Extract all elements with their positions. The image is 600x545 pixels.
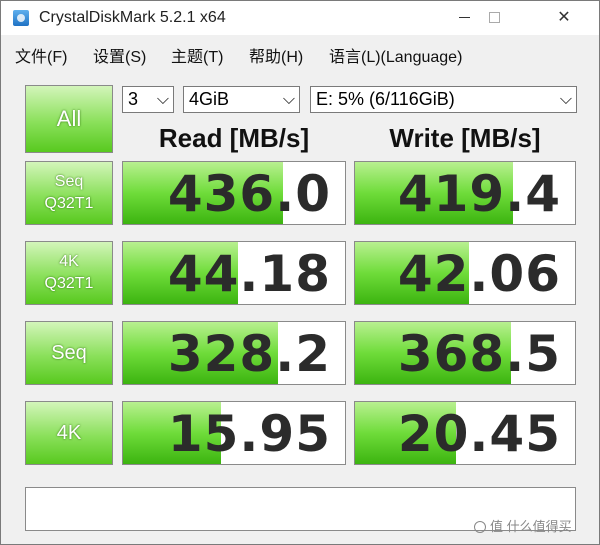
- result-value: 42.06: [397, 245, 561, 303]
- row-label-line1: Seq: [51, 342, 87, 364]
- read-column-header: Read [MB/s]: [158, 123, 310, 153]
- menu-language[interactable]: 语言(L)(Language): [329, 43, 462, 67]
- row-label-line2: Q32T1: [44, 275, 94, 292]
- 4k-button[interactable]: 4K: [25, 401, 113, 465]
- seq-button[interactable]: Seq: [25, 321, 113, 385]
- watermark-logo-icon: [474, 521, 486, 533]
- watermark-text: 值 什么值得买: [490, 519, 572, 534]
- row-label-line1: 4K: [56, 422, 82, 444]
- menu-help[interactable]: 帮助(H): [249, 43, 303, 67]
- result-cell-write: 368.5: [354, 321, 576, 385]
- result-value: 436.0: [167, 165, 331, 223]
- result-cell-write: 20.45: [354, 401, 576, 465]
- app-disk-icon: [13, 10, 29, 26]
- run-all-button[interactable]: All: [25, 85, 113, 153]
- drive-value: E: 5% (6/116GiB): [316, 89, 455, 109]
- drive-select[interactable]: E: 5% (6/116GiB) ⌵: [310, 86, 577, 113]
- test-count-value: 3: [128, 89, 139, 109]
- maximize-icon: [488, 12, 500, 24]
- result-value: 15.95: [167, 405, 331, 463]
- maximize-button[interactable]: [471, 1, 517, 35]
- test-size-select[interactable]: 4GiB ⌵: [183, 86, 300, 113]
- window-title: CrystalDiskMark 5.2.1 x64: [39, 9, 226, 26]
- result-cell-write: 419.4: [354, 161, 576, 225]
- test-size-value: 4GiB: [189, 89, 230, 109]
- result-cell-read: 15.95: [122, 401, 346, 465]
- chevron-down-icon: ⌵: [282, 91, 295, 108]
- menu-settings[interactable]: 设置(S): [93, 43, 146, 67]
- row-label-line2: Q32T1: [44, 195, 94, 212]
- seq-q32t1-button[interactable]: Seq Q32T1: [25, 161, 113, 225]
- row-label-line1: Seq: [54, 173, 84, 190]
- chevron-down-icon: ⌵: [156, 91, 169, 108]
- minimize-icon: [458, 17, 470, 19]
- close-button[interactable]: ✕: [541, 1, 587, 35]
- menu-theme[interactable]: 主题(T): [171, 43, 223, 67]
- result-value: 20.45: [397, 405, 561, 463]
- result-cell-read: 328.2: [122, 321, 346, 385]
- result-value: 44.18: [167, 245, 331, 303]
- menu-file[interactable]: 文件(F): [15, 43, 67, 67]
- watermark: 值 什么值得买: [474, 516, 572, 535]
- row-label-line1: 4K: [59, 253, 79, 270]
- menu-bar: 文件(F) 设置(S) 主题(T) 帮助(H) 语言(L)(Language): [1, 37, 599, 67]
- result-cell-read: 436.0: [122, 161, 346, 225]
- app-window: CrystalDiskMark 5.2.1 x64 ✕ 文件(F) 设置(S) …: [0, 0, 600, 545]
- result-value: 368.5: [397, 325, 561, 383]
- result-cell-read: 44.18: [122, 241, 346, 305]
- 4k-q32t1-button[interactable]: 4K Q32T1: [25, 241, 113, 305]
- test-count-select[interactable]: 3 ⌵: [122, 86, 174, 113]
- title-bar[interactable]: CrystalDiskMark 5.2.1 x64 ✕: [1, 1, 599, 35]
- chevron-down-icon: ⌵: [559, 91, 572, 108]
- result-value: 419.4: [397, 165, 561, 223]
- result-cell-write: 42.06: [354, 241, 576, 305]
- result-value: 328.2: [167, 325, 331, 383]
- write-column-header: Write [MB/s]: [389, 123, 541, 153]
